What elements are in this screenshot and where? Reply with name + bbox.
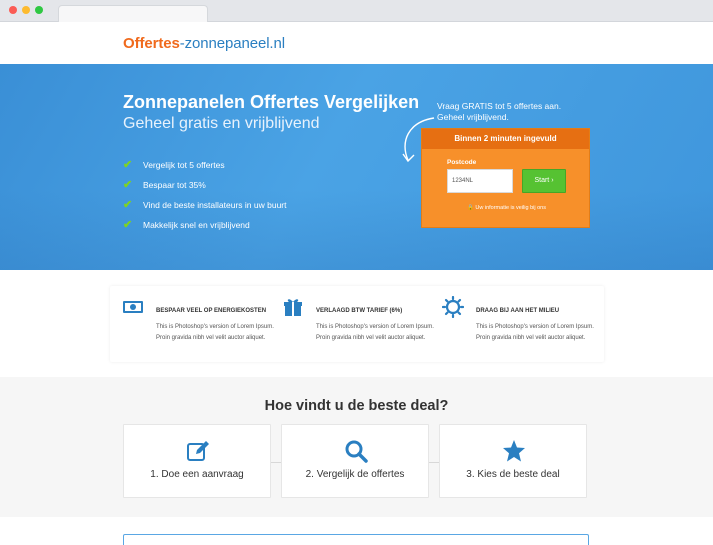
check-icon: ✔	[123, 199, 133, 211]
feature-title: BESPAAR VEEL OP ENERGIEKOSTEN	[156, 308, 267, 314]
benefit-item: ✔ Vind de beste installateurs in uw buurt	[123, 195, 287, 215]
check-icon: ✔	[123, 179, 133, 191]
benefit-label: Vergelijk tot 5 offertes	[143, 160, 225, 170]
benefit-item: ✔ Bespaar tot 35%	[123, 175, 287, 195]
benefit-label: Makkelijk snel en vrijblijvend	[143, 220, 250, 230]
logo-part-domain: -zonnepaneel.nl	[179, 35, 285, 52]
start-button[interactable]: Start ›	[522, 169, 566, 193]
step-card[interactable]: 2. Vergelijk de offertes	[281, 424, 429, 498]
step-card[interactable]: 3. Kies de beste deal	[439, 424, 587, 498]
hero-title: Zonnepanelen Offertes Vergelijken	[123, 92, 420, 112]
step-label: 3. Kies de beste deal	[466, 469, 560, 480]
close-window-button[interactable]	[9, 6, 17, 14]
next-section-box	[123, 534, 589, 545]
benefit-item: ✔ Vergelijk tot 5 offertes	[123, 155, 287, 175]
feature-text: This is Photoshop's version of Lorem Ips…	[316, 324, 434, 341]
form-hint-line2: Geheel vrijblijvend.	[437, 112, 509, 122]
check-icon: ✔	[123, 219, 133, 231]
benefit-label: Vind de beste installateurs in uw buurt	[143, 200, 287, 210]
postcode-label: Postcode	[447, 159, 477, 166]
feature-title: DRAAG BIJ AAN HET MILIEU	[476, 308, 560, 314]
benefit-item: ✔ Makkelijk snel en vrijblijvend	[123, 215, 287, 235]
form-hint: Vraag GRATIS tot 5 offertes aan. Geheel …	[437, 101, 587, 123]
step-card[interactable]: 1. Doe een aanvraag	[123, 424, 271, 498]
search-icon	[345, 440, 368, 463]
feature-text: This is Photoshop's version of Lorem Ips…	[476, 324, 594, 341]
hero-subtitle: Geheel gratis en vrijblijvend	[123, 115, 320, 132]
form-heading: Binnen 2 minuten ingevuld	[422, 129, 589, 149]
maximize-window-button[interactable]	[35, 6, 43, 14]
benefit-label: Bespaar tot 35%	[143, 180, 206, 190]
star-icon	[503, 440, 525, 462]
how-title: Hoe vindt u de beste deal?	[264, 398, 449, 414]
sun-icon	[442, 296, 464, 318]
browser-chrome	[0, 0, 713, 22]
quote-form: Binnen 2 minuten ingevuld Postcode 1234N…	[421, 128, 590, 228]
hero-section: Zonnepanelen Offertes Vergelijken Geheel…	[0, 64, 713, 270]
money-icon	[123, 301, 143, 313]
edit-icon	[187, 441, 209, 461]
check-icon: ✔	[123, 159, 133, 171]
secure-note: 🔒 Uw informatie is veilig bij ons	[467, 205, 546, 211]
gift-icon	[284, 299, 302, 316]
form-hint-line1: Vraag GRATIS tot 5 offertes aan.	[437, 101, 562, 111]
logo-part-offertes: Offertes	[123, 35, 180, 52]
site-logo[interactable]: Offertes-zonnepaneel.nl	[123, 35, 285, 52]
features-panel: BESPAAR VEEL OP ENERGIEKOSTEN This is Ph…	[110, 286, 604, 362]
benefits-list: ✔ Vergelijk tot 5 offertes ✔ Bespaar tot 3…	[123, 155, 287, 235]
feature-title: VERLAAGD BTW TARIEF (6%)	[316, 308, 403, 314]
postcode-input[interactable]: 1234NL	[447, 169, 513, 193]
browser-tab[interactable]	[58, 5, 208, 22]
hero-background-shade	[0, 190, 713, 270]
site-header: Offertes-zonnepaneel.nl	[0, 22, 713, 64]
minimize-window-button[interactable]	[22, 6, 30, 14]
step-label: 2. Vergelijk de offertes	[305, 469, 405, 480]
step-label: 1. Doe een aanvraag	[150, 469, 244, 480]
feature-text: This is Photoshop's version of Lorem Ips…	[156, 324, 274, 341]
